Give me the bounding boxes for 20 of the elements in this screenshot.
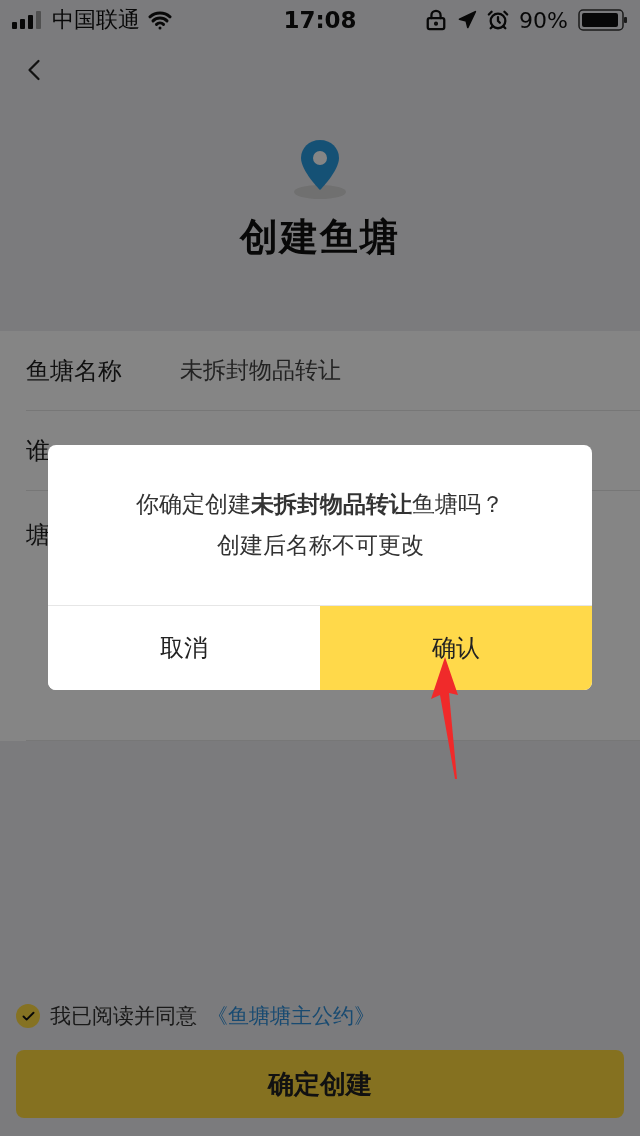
carrier-name: 中国联通 <box>52 6 140 34</box>
field-label: 鱼塘名称 <box>26 355 123 387</box>
create-button[interactable]: 确定创建 <box>16 1050 624 1118</box>
dialog-note: 创建后名称不可更改 <box>216 531 424 560</box>
location-arrow-icon <box>457 10 478 30</box>
clock-time: 17:08 <box>283 7 357 33</box>
field-value: 未拆封物品转让 <box>180 356 342 385</box>
location-pin-icon <box>292 138 348 200</box>
page-title: 创建鱼塘 <box>240 214 400 261</box>
agree-checkbox[interactable] <box>16 1004 40 1028</box>
confirm-button[interactable]: 确认 <box>320 606 592 690</box>
field-label: 塘 <box>26 520 51 551</box>
battery-percent: 90% <box>519 7 568 33</box>
dialog-message: 你确定创建未拆封物品转让鱼塘吗？ <box>136 490 504 519</box>
battery-icon <box>578 9 628 31</box>
agreement-text: 我已阅读并同意 <box>50 1003 197 1030</box>
field-label: 谁 <box>26 435 51 467</box>
alarm-icon <box>487 9 510 31</box>
signal-icon <box>12 11 44 29</box>
lock-icon <box>425 9 448 31</box>
